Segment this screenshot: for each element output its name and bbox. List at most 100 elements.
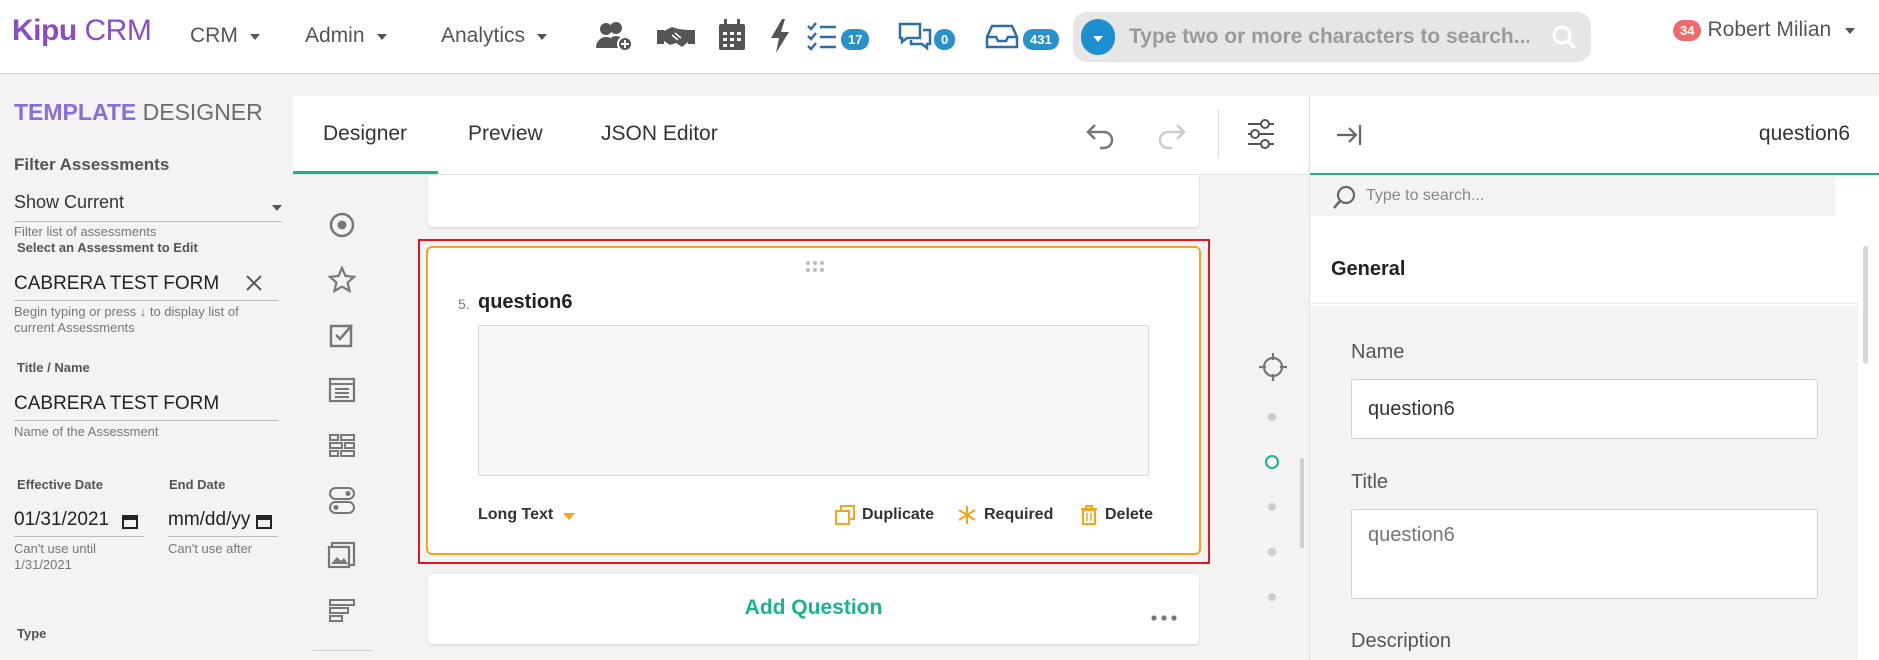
general-section-header[interactable]: General	[1310, 224, 1858, 304]
asterisk-icon	[958, 506, 976, 524]
menu-admin[interactable]: Admin	[305, 24, 387, 48]
add-question-button[interactable]: Add Question	[428, 596, 1199, 620]
checklist-icon[interactable]	[806, 18, 838, 54]
image-icon[interactable]	[327, 540, 357, 570]
crosshair-icon[interactable]	[1258, 352, 1288, 382]
calendar-icon[interactable]	[256, 513, 272, 529]
user-name: Robert Milian	[1707, 18, 1832, 41]
chevron-down-icon	[1093, 36, 1103, 42]
title-name-label: Title / Name	[17, 360, 90, 375]
assessment-help: Begin typing or press ↓ to display list …	[14, 304, 239, 335]
drag-handle-icon[interactable]	[804, 260, 826, 274]
filter-label: Filter Assessments	[14, 155, 170, 174]
handshake-icon[interactable]	[656, 18, 696, 54]
calendar-icon[interactable]	[717, 18, 747, 54]
designer-scrollbar[interactable]	[1300, 458, 1304, 548]
property-grid-header: question6	[1310, 96, 1879, 175]
filter-help: Filter list of assessments	[14, 224, 157, 239]
page-nav-dot[interactable]	[1268, 593, 1276, 601]
designer-tabbar: Designer Preview JSON Editor	[293, 96, 1308, 175]
page-nav-dot-active[interactable]	[1265, 455, 1279, 469]
selected-element-name: question6	[1758, 122, 1850, 145]
more-options-icon[interactable]	[1150, 614, 1178, 622]
inbox-icon[interactable]	[984, 18, 1020, 54]
name-input[interactable]: question6	[1351, 379, 1818, 439]
page-nav-dot[interactable]	[1268, 548, 1276, 556]
search-icon[interactable]	[1551, 24, 1577, 50]
settings-sliders-icon[interactable]	[1245, 116, 1277, 152]
effective-date-label: Effective Date	[17, 477, 103, 492]
inbox-badge: 431	[1023, 29, 1059, 50]
name-field-label: Name	[1351, 341, 1405, 363]
select-assessment-label: Select an Assessment to Edit	[17, 240, 198, 255]
notification-badge: 34	[1673, 19, 1702, 41]
question-title[interactable]: question6	[478, 291, 572, 314]
page-nav-dot[interactable]	[1268, 413, 1276, 421]
collapse-panel-icon[interactable]	[1335, 121, 1363, 149]
top-navbar: Kipu CRM CRM Admin Analytics 17 0 431 34…	[0, 0, 1879, 74]
menu-analytics[interactable]: Analytics	[441, 24, 548, 48]
tasks-badge: 17	[841, 29, 870, 50]
search-scope-dropdown[interactable]	[1081, 19, 1115, 55]
property-search	[1310, 176, 1835, 216]
property-search-input[interactable]	[1366, 185, 1766, 207]
end-date-label: End Date	[169, 477, 226, 492]
required-button[interactable]: Required	[956, 504, 1053, 526]
question-card-selected[interactable]: 5. question6 Long Text Duplicate Require…	[426, 246, 1201, 555]
checkbox-icon[interactable]	[327, 320, 357, 350]
rating-star-icon[interactable]	[327, 265, 357, 295]
comment-icon[interactable]	[327, 375, 357, 405]
question-number: 5.	[458, 296, 470, 312]
menu-crm[interactable]: CRM	[190, 24, 260, 48]
long-text-answer-area[interactable]	[478, 325, 1149, 476]
redo-icon[interactable]	[1153, 116, 1189, 152]
active-tab-indicator	[293, 171, 438, 174]
property-grid-scrollbar[interactable]	[1863, 246, 1868, 364]
chat-badge: 0	[934, 29, 956, 50]
description-field-label: Description	[1351, 630, 1452, 652]
app-logo[interactable]: Kipu CRM	[12, 14, 152, 48]
chat-icon[interactable]	[897, 18, 933, 54]
chevron-down-icon	[537, 34, 548, 40]
chevron-down-icon	[376, 34, 387, 40]
page-nav-dot[interactable]	[1268, 503, 1276, 511]
lightning-icon[interactable]	[768, 18, 792, 54]
filter-select[interactable]: Show Current	[14, 192, 282, 222]
chevron-down-icon	[249, 34, 260, 40]
title-help: Name of the Assessment	[14, 424, 159, 439]
global-search-input[interactable]	[1129, 24, 1529, 50]
global-search	[1073, 12, 1591, 62]
trash-icon	[1081, 505, 1097, 525]
effective-date-help: Can't use until 1/31/2021	[14, 541, 96, 572]
previous-question-card[interactable]	[428, 175, 1199, 227]
chevron-down-icon	[563, 512, 576, 520]
title-textarea[interactable]	[1351, 509, 1818, 599]
question-type-dropdown[interactable]: Long Text	[478, 506, 576, 524]
duplicate-button[interactable]: Duplicate	[834, 504, 934, 526]
undo-icon[interactable]	[1083, 116, 1119, 152]
chevron-down-icon	[272, 205, 282, 211]
delete-button[interactable]: Delete	[1079, 504, 1153, 526]
calendar-icon[interactable]	[122, 513, 138, 529]
search-icon	[1332, 184, 1358, 210]
boolean-icon[interactable]	[327, 485, 357, 515]
chevron-down-icon	[1845, 28, 1856, 34]
tab-preview[interactable]: Preview	[468, 122, 543, 146]
tab-json-editor[interactable]: JSON Editor	[601, 122, 718, 146]
close-icon[interactable]	[243, 272, 265, 294]
panel-icon[interactable]	[327, 595, 357, 625]
type-label: Type	[17, 626, 47, 641]
end-date-help: Can't use after	[168, 541, 253, 556]
user-menu[interactable]: 34 Robert Milian	[1673, 18, 1856, 42]
toolbar-divider	[1218, 110, 1219, 158]
add-user-icon[interactable]	[594, 18, 634, 54]
duplicate-icon	[835, 505, 855, 525]
matrix-icon[interactable]	[327, 430, 357, 460]
add-question-card: Add Question	[428, 574, 1199, 644]
sidebar-title: TEMPLATE DESIGNER	[14, 99, 263, 125]
assessment-search-field[interactable]: CABRERA TEST FORM	[14, 265, 278, 301]
title-name-field[interactable]: CABRERA TEST FORM	[14, 385, 278, 421]
title-field-label: Title	[1351, 471, 1389, 493]
radio-icon[interactable]	[327, 210, 357, 240]
tab-designer[interactable]: Designer	[323, 122, 407, 146]
